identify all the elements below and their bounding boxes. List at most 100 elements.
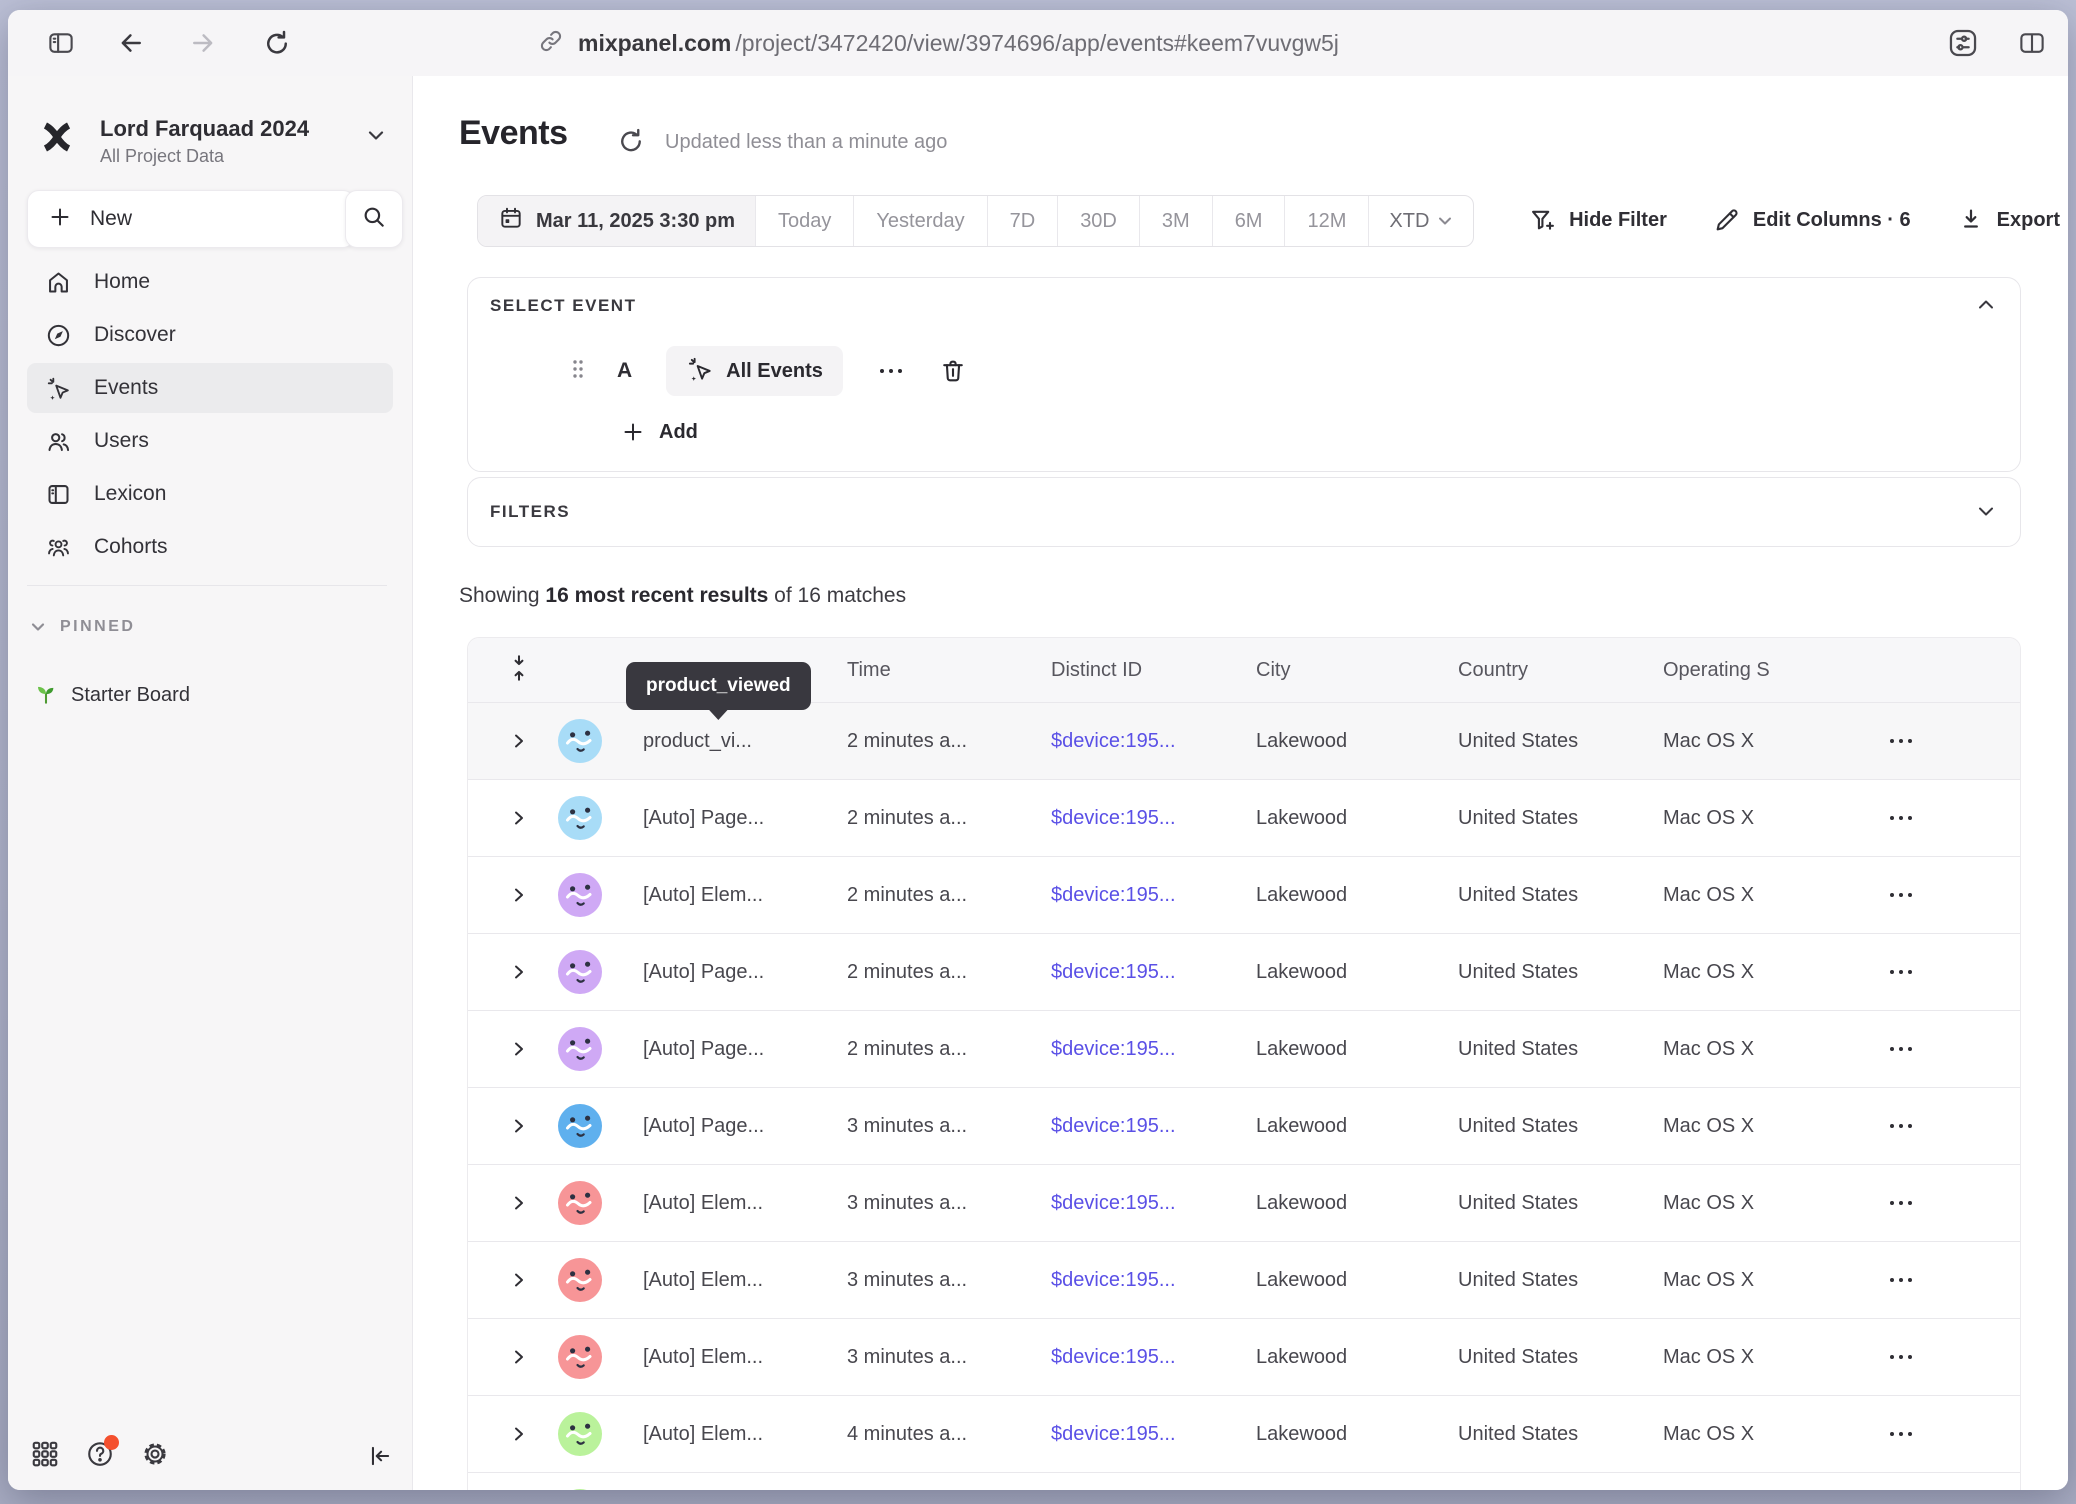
sidebar-item-cohorts[interactable]: Cohorts [27, 522, 393, 572]
help-icon[interactable] [85, 1439, 115, 1474]
expand-row-icon[interactable] [510, 1039, 528, 1059]
page-settings-icon[interactable] [1946, 26, 1980, 60]
range-option[interactable]: 6M [1212, 196, 1285, 246]
chevron-down-icon[interactable] [1976, 504, 1996, 523]
expand-row-icon[interactable] [510, 1270, 528, 1290]
collapse-sidebar-icon[interactable] [366, 1443, 394, 1474]
cell-distinct-id[interactable]: $device:195... [1051, 1115, 1256, 1138]
apps-grid-icon[interactable] [30, 1439, 60, 1474]
row-menu-icon[interactable] [1886, 1275, 1916, 1285]
cell-distinct-id[interactable]: $device:195... [1051, 961, 1256, 984]
column-header-distinct-id[interactable]: Distinct ID [1051, 659, 1256, 682]
column-header-country[interactable]: Country [1458, 659, 1663, 682]
date-picker-button[interactable]: Mar 11, 2025 3:30 pm [478, 196, 755, 246]
cell-distinct-id[interactable]: $device:195... [1051, 1192, 1256, 1215]
table-row[interactable]: [Auto] Page... 2 minutes a... $device:19… [468, 779, 2020, 856]
table-row[interactable]: [Auto] Elem... 3 minutes a... $device:19… [468, 1241, 2020, 1318]
sidebar-item-home[interactable]: Home [27, 257, 393, 307]
expand-row-icon[interactable] [510, 1116, 528, 1136]
sidebar-item-discover[interactable]: Discover [27, 310, 393, 360]
all-events-chip[interactable]: All Events [666, 346, 843, 396]
expand-row-icon[interactable] [510, 1193, 528, 1213]
table-row[interactable]: [Auto] Elem... 4 minutes a... $device:19… [468, 1395, 2020, 1472]
column-header-time[interactable]: Time [847, 659, 1051, 682]
expand-row-icon[interactable] [510, 1424, 528, 1444]
more-options-icon[interactable] [877, 366, 905, 376]
row-menu-icon[interactable] [1886, 1198, 1916, 1208]
cell-distinct-id[interactable]: $device:195... [1051, 1423, 1256, 1446]
forward-icon[interactable] [188, 29, 218, 57]
cell-distinct-id[interactable]: $device:195... [1051, 1269, 1256, 1292]
sidebar-item-starter-board[interactable]: Starter Board [33, 680, 190, 711]
settings-gear-icon[interactable] [140, 1439, 170, 1474]
event-avatar-icon [558, 1258, 602, 1302]
search-button[interactable] [345, 190, 403, 248]
range-option[interactable]: Today [755, 196, 853, 246]
range-option-label: XTD [1389, 210, 1429, 233]
refresh-icon[interactable] [616, 126, 646, 161]
table-row[interactable]: [Auto] Elem... 3 minutes a... $device:19… [468, 1164, 2020, 1241]
chevron-up-icon[interactable] [1976, 298, 1996, 317]
range-option[interactable]: 7D [987, 196, 1058, 246]
calendar-icon [498, 205, 524, 237]
sidebar-toggle-icon[interactable] [44, 28, 78, 58]
event-avatar-icon [558, 1027, 602, 1071]
url-bar[interactable]: mixpanel.com/project/3472420/view/397469… [538, 10, 1339, 76]
back-icon[interactable] [116, 29, 146, 57]
cell-distinct-id[interactable]: $device:195... [1051, 730, 1256, 753]
expand-row-icon[interactable] [510, 1347, 528, 1367]
cell-event-name: [Auto] Elem... [643, 1269, 847, 1292]
chevron-down-icon [30, 621, 46, 633]
cell-distinct-id[interactable]: $device:195... [1051, 807, 1256, 830]
cell-os: Mac OS X [1663, 1192, 1866, 1215]
nav-label: Discover [94, 323, 176, 347]
split-view-icon[interactable] [2016, 28, 2048, 58]
table-row[interactable]: [Auto] Page... 2 minutes a... $device:19… [468, 1010, 2020, 1087]
drag-handle-icon[interactable] [569, 356, 587, 387]
range-option[interactable]: 3M [1139, 196, 1212, 246]
expand-row-icon[interactable] [510, 808, 528, 828]
table-row[interactable]: product_vi... 2 minutes a... $device:195… [468, 702, 2020, 779]
cell-os: Mac OS X [1663, 730, 1866, 753]
hide-filter-button[interactable]: Hide Filter [1529, 206, 1667, 234]
new-button[interactable]: New [27, 190, 355, 248]
sidebar-item-events[interactable]: Events [27, 363, 393, 413]
sidebar-item-lexicon[interactable]: Lexicon [27, 469, 393, 519]
range-option[interactable]: 30D [1057, 196, 1139, 246]
row-menu-icon[interactable] [1886, 813, 1916, 823]
pinned-section-header[interactable]: PINNED [30, 618, 135, 636]
column-header-os[interactable]: Operating S [1663, 659, 1866, 682]
expand-row-icon[interactable] [510, 885, 528, 905]
table-row[interactable] [468, 1472, 2020, 1490]
row-menu-icon[interactable] [1886, 736, 1916, 746]
collapse-rows-icon[interactable] [506, 653, 532, 688]
edit-columns-button[interactable]: Edit Columns · 6 [1713, 206, 1911, 234]
trash-icon[interactable] [939, 357, 967, 385]
table-row[interactable]: [Auto] Elem... 3 minutes a... $device:19… [468, 1318, 2020, 1395]
export-button[interactable]: Export [1957, 206, 2060, 234]
row-menu-icon[interactable] [1886, 890, 1916, 900]
project-switcher[interactable]: Lord Farquaad 2024 All Project Data [8, 100, 412, 176]
row-menu-icon[interactable] [1886, 1352, 1916, 1362]
cell-distinct-id[interactable]: $device:195... [1051, 884, 1256, 907]
cell-country: United States [1458, 730, 1663, 753]
row-menu-icon[interactable] [1886, 1044, 1916, 1054]
cell-distinct-id[interactable]: $device:195... [1051, 1346, 1256, 1369]
row-menu-icon[interactable] [1886, 967, 1916, 977]
range-option-xtd[interactable]: XTD [1368, 196, 1473, 246]
row-menu-icon[interactable] [1886, 1121, 1916, 1131]
cell-country: United States [1458, 884, 1663, 907]
range-option[interactable]: Yesterday [853, 196, 986, 246]
column-header-city[interactable]: City [1256, 659, 1458, 682]
add-event-button[interactable]: Add [621, 420, 698, 444]
row-menu-icon[interactable] [1886, 1429, 1916, 1439]
sidebar-item-users[interactable]: Users [27, 416, 393, 466]
table-row[interactable]: [Auto] Page... 3 minutes a... $device:19… [468, 1087, 2020, 1164]
expand-row-icon[interactable] [510, 731, 528, 751]
range-option[interactable]: 12M [1284, 196, 1368, 246]
cell-distinct-id[interactable]: $device:195... [1051, 1038, 1256, 1061]
reload-icon[interactable] [262, 28, 292, 58]
table-row[interactable]: [Auto] Page... 2 minutes a... $device:19… [468, 933, 2020, 1010]
table-row[interactable]: [Auto] Elem... 2 minutes a... $device:19… [468, 856, 2020, 933]
expand-row-icon[interactable] [510, 962, 528, 982]
